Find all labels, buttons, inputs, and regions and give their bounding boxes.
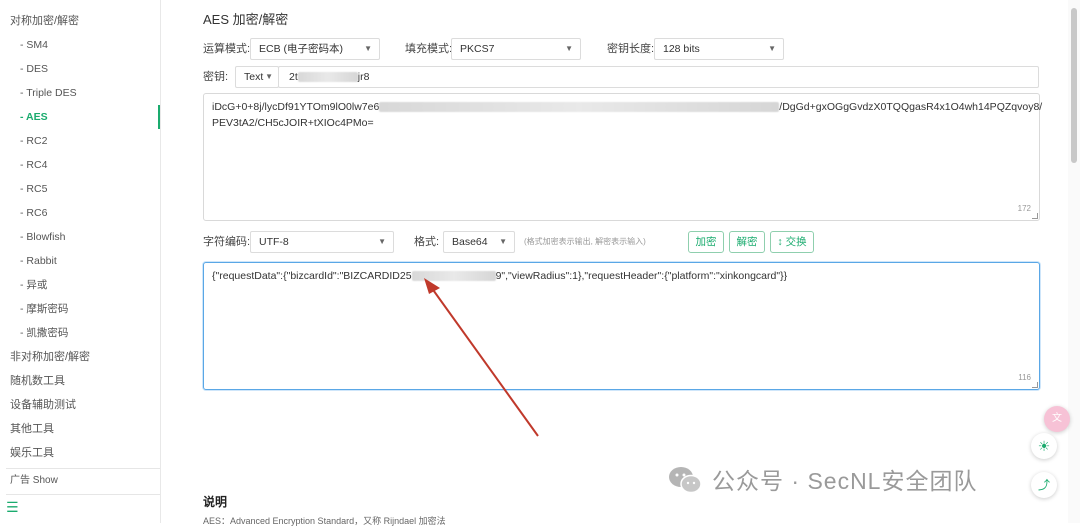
description-title: 说明 (203, 495, 228, 509)
ciphertext-line2: PEV3tA2/CH5cJOIR+tXIOc4PMo= (212, 117, 374, 129)
ciphertext-line1-suffix: /DgGd+gxOGgGvdzX0TQQgasR4x1O4wh14PQZqvoy… (779, 101, 1043, 113)
key-value-suffix: jr8 (357, 71, 370, 83)
mode-value: ECB (电子密码本) (259, 43, 343, 55)
sidebar-item-aes[interactable]: - AES (0, 105, 160, 129)
encoding-value: UTF-8 (259, 236, 289, 248)
decrypt-button[interactable]: 解密 (729, 231, 765, 253)
sidebar-item-xor[interactable]: - 异或 (0, 273, 160, 297)
page-title: AES 加密/解密 (203, 12, 289, 27)
plaintext-textarea[interactable]: {"requestData":{"bizcardId":"BIZCARDID25… (203, 262, 1040, 390)
mode-select[interactable]: ECB (电子密码本) ▼ (250, 38, 380, 60)
key-value-prefix: 2t (289, 71, 298, 83)
translate-icon: 文 (1052, 413, 1062, 424)
sun-icon: ☀ (1037, 438, 1051, 454)
plaintext-prefix: {"requestData":{"bizcardId":"BIZCARDID25 (212, 270, 412, 282)
keylen-label: 密钥长度: (607, 43, 655, 55)
sidebar-item-rc5[interactable]: - RC5 (0, 177, 160, 201)
translate-float-button[interactable]: 文 (1044, 406, 1070, 432)
sidebar-item-rc2[interactable]: - RC2 (0, 129, 160, 153)
share-button[interactable]: ⤴ (1031, 472, 1057, 498)
format-hint: (格式加密表示输出, 解密表示输入) (524, 237, 646, 246)
ciphertext-textarea[interactable]: iDcG+0+8j/lycDf91YTOm9lO0lw7e6/DgGd+gxOG… (203, 93, 1043, 221)
chevron-down-icon: ▼ (768, 44, 776, 53)
format-value: Base64 (452, 236, 488, 248)
sidebar-divider (6, 494, 160, 495)
watermark-text: 公众号 · SecNL安全团队 (712, 468, 978, 494)
mode-label: 运算模式: (203, 43, 251, 55)
sidebar-item-blowfish[interactable]: - Blowfish (0, 225, 160, 249)
format-select[interactable]: Base64 ▼ (443, 231, 515, 253)
chevron-down-icon: ▼ (364, 44, 372, 53)
padding-select[interactable]: PKCS7 ▼ (451, 38, 581, 60)
keylen-select[interactable]: 128 bits ▼ (654, 38, 784, 60)
sidebar-item-sm4[interactable]: - SM4 (0, 33, 160, 57)
main-panel: AES 加密/解密 运算模式: ECB (电子密码本) ▼ 填充模式: PKCS… (161, 0, 1061, 526)
padding-label: 填充模式: (405, 43, 453, 55)
description-text: AES：Advanced Encryption Standard，又称 Rijn… (203, 516, 446, 526)
share-icon: ⤴ (1037, 478, 1050, 492)
sidebar-item-rc4[interactable]: - RC4 (0, 153, 160, 177)
ciphertext-char-count: 172 (1017, 204, 1031, 213)
sidebar-item-ads[interactable]: 广告 Show (0, 469, 160, 493)
key-label: 密钥: (203, 71, 229, 83)
chevron-down-icon: ▼ (499, 237, 507, 246)
plaintext-char-count: 116 (1018, 373, 1031, 382)
resize-handle-icon[interactable] (1032, 382, 1038, 388)
sidebar-item-morse[interactable]: - 摩斯密码 (0, 297, 160, 321)
encrypt-button[interactable]: 加密 (688, 231, 724, 253)
format-label: 格式: (414, 236, 440, 248)
sidebar-item-caesar[interactable]: - 凯撒密码 (0, 321, 160, 345)
encoding-select[interactable]: UTF-8 ▼ (250, 231, 394, 253)
sidebar: 对称加密/解密 - SM4 - DES - Triple DES - AES -… (0, 0, 161, 523)
theme-toggle-button[interactable]: ☀ (1031, 433, 1057, 459)
wechat-icon (669, 467, 702, 494)
sidebar-item-des[interactable]: - DES (0, 57, 160, 81)
hamburger-icon[interactable]: ☰ (6, 500, 19, 514)
sidebar-item-rabbit[interactable]: - Rabbit (0, 249, 160, 273)
scrollbar-thumb[interactable] (1071, 8, 1077, 163)
chevron-down-icon: ▼ (378, 237, 386, 246)
keylen-value: 128 bits (663, 43, 700, 55)
swap-button[interactable]: ↕ 交换 (770, 231, 814, 253)
ciphertext-line1-prefix: iDcG+0+8j/lycDf91YTOm9lO0lw7e6 (212, 101, 380, 113)
plaintext-suffix: 9","viewRadius":1},"requestHeader":{"pla… (495, 270, 788, 282)
sidebar-item-triple-des[interactable]: - Triple DES (0, 81, 160, 105)
padding-value: PKCS7 (460, 43, 495, 55)
redaction-blur (379, 102, 780, 113)
sidebar-item-device-test[interactable]: 设备辅助测试 (0, 393, 160, 417)
redaction-blur (411, 271, 496, 282)
chevron-down-icon: ▼ (265, 72, 273, 81)
encoding-label: 字符编码: (203, 236, 251, 248)
key-type-value: Text (244, 71, 264, 83)
sidebar-item-random[interactable]: 随机数工具 (0, 369, 160, 393)
chevron-down-icon: ▼ (565, 44, 573, 53)
sidebar-item-asymmetric[interactable]: 非对称加密/解密 (0, 345, 160, 369)
vertical-scrollbar[interactable] (1068, 0, 1080, 523)
sidebar-item-fun-tools[interactable]: 娱乐工具 (0, 441, 160, 465)
sidebar-item-rc6[interactable]: - RC6 (0, 201, 160, 225)
resize-handle-icon[interactable] (1032, 213, 1038, 219)
key-type-select[interactable]: Text ▼ (235, 66, 279, 88)
sidebar-item-symmetric[interactable]: 对称加密/解密 (0, 9, 160, 33)
key-input[interactable]: 2t jr8 (278, 66, 1039, 88)
redaction-blur (297, 72, 358, 83)
sidebar-item-other-tools[interactable]: 其他工具 (0, 417, 160, 441)
